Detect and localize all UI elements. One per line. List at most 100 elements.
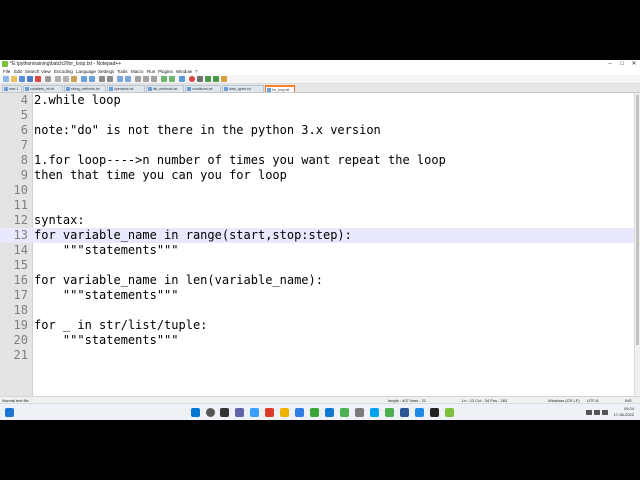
minimize-button[interactable]: – xyxy=(604,60,616,68)
folder-workspace-icon[interactable] xyxy=(169,76,175,82)
code-text[interactable]: for variable_name in len(variable_name): xyxy=(34,273,323,288)
run-macro-multiple-icon[interactable] xyxy=(213,76,219,82)
zoom-out-icon[interactable] xyxy=(125,76,131,82)
search-icon[interactable] xyxy=(206,408,215,417)
volume-icon[interactable] xyxy=(594,410,600,415)
save-macro-icon[interactable] xyxy=(221,76,227,82)
play-macro-icon[interactable] xyxy=(205,76,211,82)
wifi-icon[interactable] xyxy=(586,410,592,415)
word-wrap-icon[interactable] xyxy=(135,76,141,82)
code-line: 17 """statements""" xyxy=(0,288,634,303)
tab-new-1[interactable]: new 1 xyxy=(2,85,22,92)
copy-icon[interactable] xyxy=(63,76,69,82)
code-text[interactable]: 1.for loop---->n number of times you wan… xyxy=(34,153,446,168)
line-number: 10 xyxy=(13,183,28,197)
pycharm-icon[interactable] xyxy=(310,408,319,417)
tab-operators[interactable]: operators.txt xyxy=(107,85,145,92)
stop-macro-icon[interactable] xyxy=(197,76,203,82)
code-text[interactable]: for variable_name in range(start,stop:st… xyxy=(34,228,352,243)
tab-label: data_types.txt xyxy=(229,87,251,91)
task-view-icon[interactable] xyxy=(220,408,229,417)
notepadpp-taskbar-icon[interactable] xyxy=(445,408,454,417)
indent-guide-icon[interactable] xyxy=(151,76,157,82)
tab-conditions[interactable]: conditions.txt xyxy=(185,85,221,92)
menu-macro[interactable]: Macro xyxy=(131,68,144,75)
code-text[interactable]: """statements""" xyxy=(34,243,179,258)
settings-icon[interactable] xyxy=(355,408,364,417)
zoom-in-icon[interactable] xyxy=(117,76,123,82)
menu-search[interactable]: Search xyxy=(25,68,39,75)
system-clock[interactable]: 09:24 17-08-2022 xyxy=(614,406,634,418)
tab-label: new 1 xyxy=(9,87,19,91)
scrollbar-thumb[interactable] xyxy=(636,95,639,345)
print-icon[interactable] xyxy=(45,76,51,82)
show-all-chars-icon[interactable] xyxy=(143,76,149,82)
save-icon[interactable] xyxy=(19,76,25,82)
tab-list-methods[interactable]: list_methods.txt xyxy=(146,85,184,92)
code-text[interactable]: """statements""" xyxy=(34,333,179,348)
battery-icon[interactable] xyxy=(602,410,608,415)
function-list-icon[interactable] xyxy=(161,76,167,82)
mail-icon[interactable] xyxy=(415,408,424,417)
widgets-icon[interactable] xyxy=(5,408,14,417)
close-button[interactable]: ✕ xyxy=(628,60,640,68)
chat-icon[interactable] xyxy=(235,408,244,417)
vscode-icon[interactable] xyxy=(325,408,334,417)
line-number: 21 xyxy=(13,348,28,362)
tab-label: conditions.txt xyxy=(192,87,213,91)
find-icon[interactable] xyxy=(99,76,105,82)
paste-icon[interactable] xyxy=(71,76,77,82)
menu-language[interactable]: Language xyxy=(76,68,96,75)
office-icon[interactable] xyxy=(265,408,274,417)
tab-variables[interactable]: variables_int.txt xyxy=(23,85,63,92)
undo-icon[interactable] xyxy=(81,76,87,82)
close-file-icon[interactable] xyxy=(35,76,41,82)
redo-icon[interactable] xyxy=(89,76,95,82)
menu-view[interactable]: View xyxy=(41,68,51,75)
code-line: 4 2.while loop xyxy=(0,93,634,108)
skype-icon[interactable] xyxy=(370,408,379,417)
terminal-icon[interactable] xyxy=(430,408,439,417)
file-explorer-icon[interactable] xyxy=(280,408,289,417)
record-macro-icon[interactable] xyxy=(189,76,195,82)
menu-window[interactable]: Window xyxy=(176,68,192,75)
menu-plugins[interactable]: Plugins xyxy=(158,68,173,75)
cut-icon[interactable] xyxy=(55,76,61,82)
tab-string-methods[interactable]: string_methods.txt xyxy=(64,85,106,92)
chrome-icon[interactable] xyxy=(385,408,394,417)
current-code-line: 13 for variable_name in range(start,stop:… xyxy=(0,228,634,243)
menu-settings[interactable]: Settings xyxy=(98,68,114,75)
code-text[interactable]: 2.while loop xyxy=(34,93,121,108)
line-number: 9 xyxy=(20,168,28,182)
tab-for-loop[interactable]: for_loop.txt xyxy=(265,85,295,92)
store-icon[interactable] xyxy=(295,408,304,417)
start-icon[interactable] xyxy=(191,408,200,417)
new-file-icon[interactable] xyxy=(3,76,9,82)
toolbar xyxy=(0,75,640,84)
code-text[interactable]: then that time you can you for loop xyxy=(34,168,287,183)
replace-icon[interactable] xyxy=(107,76,113,82)
menu-run[interactable]: Run xyxy=(147,68,155,75)
menu-encoding[interactable]: Encoding xyxy=(54,68,73,75)
menu-help[interactable]: ? xyxy=(195,68,198,75)
menu-file[interactable]: File xyxy=(3,68,10,75)
python-icon[interactable] xyxy=(340,408,349,417)
word-icon[interactable] xyxy=(400,408,409,417)
open-file-icon[interactable] xyxy=(11,76,17,82)
code-text[interactable]: note:"do" is not there in the python 3.x… xyxy=(34,123,381,138)
vertical-scrollbar[interactable] xyxy=(634,93,640,396)
editor[interactable]: 4 2.while loop 5 6 note:"do" is not there … xyxy=(0,93,634,396)
edge-icon[interactable] xyxy=(250,408,259,417)
code-text[interactable]: syntax: xyxy=(34,213,85,228)
code-text[interactable]: for _ in str/list/tuple: xyxy=(34,318,207,333)
menu-tools[interactable]: Tools xyxy=(117,68,128,75)
monitoring-icon[interactable] xyxy=(179,76,185,82)
tab-data-types[interactable]: data_types.txt xyxy=(222,85,264,92)
tab-label: variables_int.txt xyxy=(30,87,55,91)
code-text[interactable]: """statements""" xyxy=(34,288,179,303)
save-all-icon[interactable] xyxy=(27,76,33,82)
line-number: 17 xyxy=(13,288,28,302)
maximize-button[interactable]: □ xyxy=(616,60,628,68)
menu-edit[interactable]: Edit xyxy=(14,68,22,75)
code-line: 12 syntax: xyxy=(0,213,634,228)
